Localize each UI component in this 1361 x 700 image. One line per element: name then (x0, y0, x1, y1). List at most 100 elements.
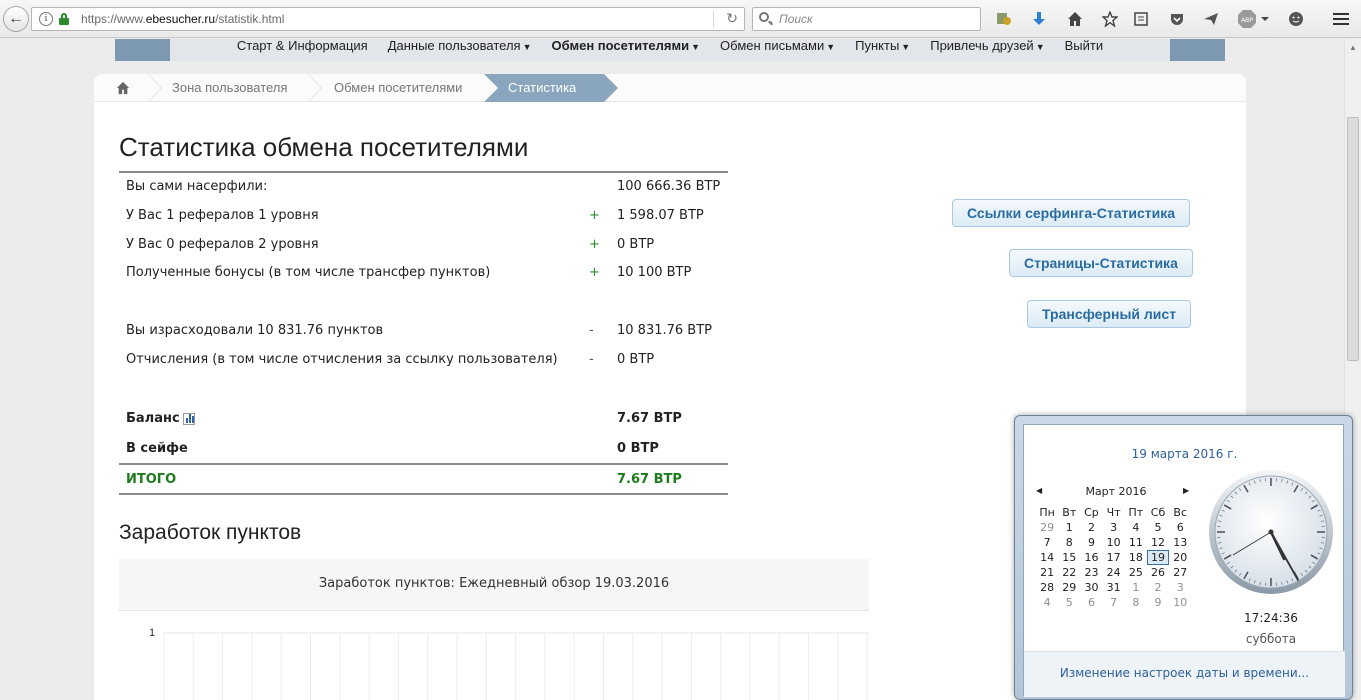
address-bar[interactable]: i https://www.ebesucher.ru/statistik.htm… (31, 7, 745, 31)
search-bar[interactable]: ▾ Поиск (752, 7, 981, 31)
nav-item[interactable]: Выйти (1055, 39, 1114, 61)
calendar-day[interactable]: 26 (1147, 565, 1169, 580)
calendar-day[interactable]: 13 (1169, 535, 1191, 550)
send-icon[interactable] (1201, 9, 1221, 29)
calendar-day[interactable]: 19 (1146, 550, 1170, 565)
calendar-day[interactable]: 30 (1080, 580, 1102, 595)
bookmarks-list-icon[interactable] (1131, 9, 1151, 29)
calendar-day[interactable]: 1 (1058, 520, 1080, 535)
nav-item[interactable]: Обмен письмами ▼ (710, 39, 845, 61)
calendar-day[interactable]: 3 (1103, 520, 1125, 535)
home-icon[interactable] (1065, 9, 1085, 29)
calendar-day[interactable]: 25 (1125, 565, 1147, 580)
digital-time: 17:24:36 (1244, 611, 1298, 625)
stats-value: 0 BTP (617, 237, 655, 252)
bar-chart-icon[interactable] (182, 412, 195, 425)
current-date-link[interactable]: 19 марта 2016 г. (1024, 447, 1345, 461)
svg-text:ABP: ABP (1241, 17, 1253, 24)
calendar-day[interactable]: 18 (1125, 550, 1147, 565)
calendar-day[interactable]: 4 (1125, 520, 1147, 535)
breadcrumb-item-user-zone[interactable]: Зона пользователя (172, 74, 287, 102)
stats-label: Отчисления (в том числе отчисления за сс… (126, 352, 558, 367)
weekday-name: суббота (1245, 632, 1297, 646)
menu-icon[interactable] (1331, 9, 1351, 29)
safe-value: 0 BTP (617, 441, 659, 456)
calendar-day[interactable]: 29 (1036, 520, 1058, 535)
balance-label: Баланс (126, 411, 195, 426)
calendar-day[interactable]: 6 (1080, 595, 1102, 610)
calendar-day[interactable]: 16 (1080, 550, 1102, 565)
calendar-day[interactable]: 31 (1103, 580, 1125, 595)
clock-footer: Изменение настроек даты и времени... (1024, 651, 1345, 697)
change-date-time-settings-link[interactable]: Изменение настроек даты и времени... (1024, 666, 1345, 680)
calendar-day[interactable]: 20 (1169, 550, 1191, 565)
calendar-day[interactable]: 22 (1058, 565, 1080, 580)
calendar-day[interactable]: 23 (1080, 565, 1102, 580)
calendar-day[interactable]: 27 (1169, 565, 1191, 580)
calendar-day[interactable]: 6 (1169, 520, 1191, 535)
calendar-month-label[interactable]: Март 2016 (1036, 485, 1196, 498)
transfer-list-button[interactable]: Трансферный лист (1027, 300, 1192, 328)
calendar-day[interactable]: 28 (1036, 580, 1058, 595)
scroll-up-icon[interactable]: ▲ (1349, 43, 1357, 52)
search-engine-dropdown-icon[interactable]: ▾ (769, 19, 773, 27)
calendar-day[interactable]: 9 (1080, 535, 1102, 550)
nav-item[interactable]: Обмен посетителями ▼ (542, 39, 711, 61)
nav-item[interactable]: Привлечь друзей ▼ (920, 39, 1054, 61)
calendar-day[interactable]: 5 (1147, 520, 1169, 535)
url-text[interactable]: https://www.ebesucher.ru/statistik.html (81, 12, 284, 26)
nav-item[interactable]: Данные пользователя ▼ (378, 39, 542, 61)
weekday-header: Сб (1150, 506, 1166, 519)
nav-item-label: Выйти (1064, 38, 1104, 53)
extension-icon[interactable] (994, 9, 1014, 29)
calendar-day[interactable]: 10 (1169, 595, 1191, 610)
surf-links-stats-button[interactable]: Ссылки серфинга-Статистика (952, 199, 1191, 227)
breadcrumb-item-visitor-exchange[interactable]: Обмен посетителями (334, 74, 462, 102)
bookmark-star-icon[interactable] (1100, 9, 1120, 29)
calendar-day[interactable]: 7 (1036, 535, 1058, 550)
nav-item[interactable]: Старт & Информация (227, 39, 378, 61)
calendar-day[interactable]: 21 (1036, 565, 1058, 580)
calendar-day[interactable]: 29 (1058, 580, 1080, 595)
calendar-day[interactable]: 12 (1147, 535, 1169, 550)
breadcrumb-home[interactable] (116, 74, 130, 102)
breadcrumb-item-statistics: Статистика (484, 74, 618, 102)
calendar-day[interactable]: 24 (1103, 565, 1125, 580)
stats-row: У Вас 1 рефералов 1 уровня + 1 598.07 BT… (119, 202, 728, 230)
calendar-day[interactable]: 2 (1080, 520, 1102, 535)
calendar-day[interactable]: 15 (1058, 550, 1080, 565)
site-info-icon[interactable]: i (39, 12, 53, 26)
earnings-chart-header: Заработок пунктов: Ежедневный обзор 19.0… (119, 559, 869, 611)
calendar-day[interactable]: 9 (1147, 595, 1169, 610)
calendar-day[interactable]: 7 (1103, 595, 1125, 610)
safe-row: В сейфе 0 BTP (119, 435, 728, 463)
calendar-day[interactable]: 1 (1125, 580, 1147, 595)
calendar-day[interactable]: 8 (1125, 595, 1147, 610)
stats-row: У Вас 0 рефералов 2 уровня + 0 BTP (119, 231, 728, 259)
nav-item[interactable]: Пункты ▼ (845, 39, 920, 61)
lock-icon[interactable] (59, 13, 69, 25)
calendar-day[interactable]: 8 (1058, 535, 1080, 550)
calendar-day[interactable]: 5 (1058, 595, 1080, 610)
reload-icon[interactable]: ↻ (726, 10, 738, 27)
calendar-day[interactable]: 4 (1036, 595, 1058, 610)
calendar-day[interactable]: 10 (1103, 535, 1125, 550)
clock-calendar-popup: 19 марта 2016 г. ◀ Март 2016 ▶ Пн Вт Ср Чт П… (1014, 415, 1353, 700)
calendar-day[interactable]: 3 (1169, 580, 1191, 595)
search-icon[interactable] (759, 12, 769, 22)
calendar-day[interactable]: 17 (1103, 550, 1125, 565)
safe-label: В сейфе (126, 441, 188, 456)
scrollbar-thumb[interactable] (1347, 117, 1359, 361)
pocket-icon[interactable] (1167, 9, 1187, 29)
back-button[interactable]: ← (3, 6, 29, 32)
next-month-icon[interactable]: ▶ (1183, 486, 1189, 495)
calendar-day[interactable]: 11 (1125, 535, 1147, 550)
smiley-icon[interactable] (1286, 9, 1306, 29)
home-icon[interactable] (116, 81, 130, 95)
dropdown-arrow-icon: ▼ (691, 42, 701, 52)
calendar-day[interactable]: 2 (1147, 580, 1169, 595)
pages-stats-button[interactable]: Страницы-Статистика (1009, 249, 1193, 277)
calendar-day[interactable]: 14 (1036, 550, 1058, 565)
download-icon[interactable] (1029, 9, 1049, 29)
adblock-icon[interactable]: ABP (1238, 9, 1272, 29)
